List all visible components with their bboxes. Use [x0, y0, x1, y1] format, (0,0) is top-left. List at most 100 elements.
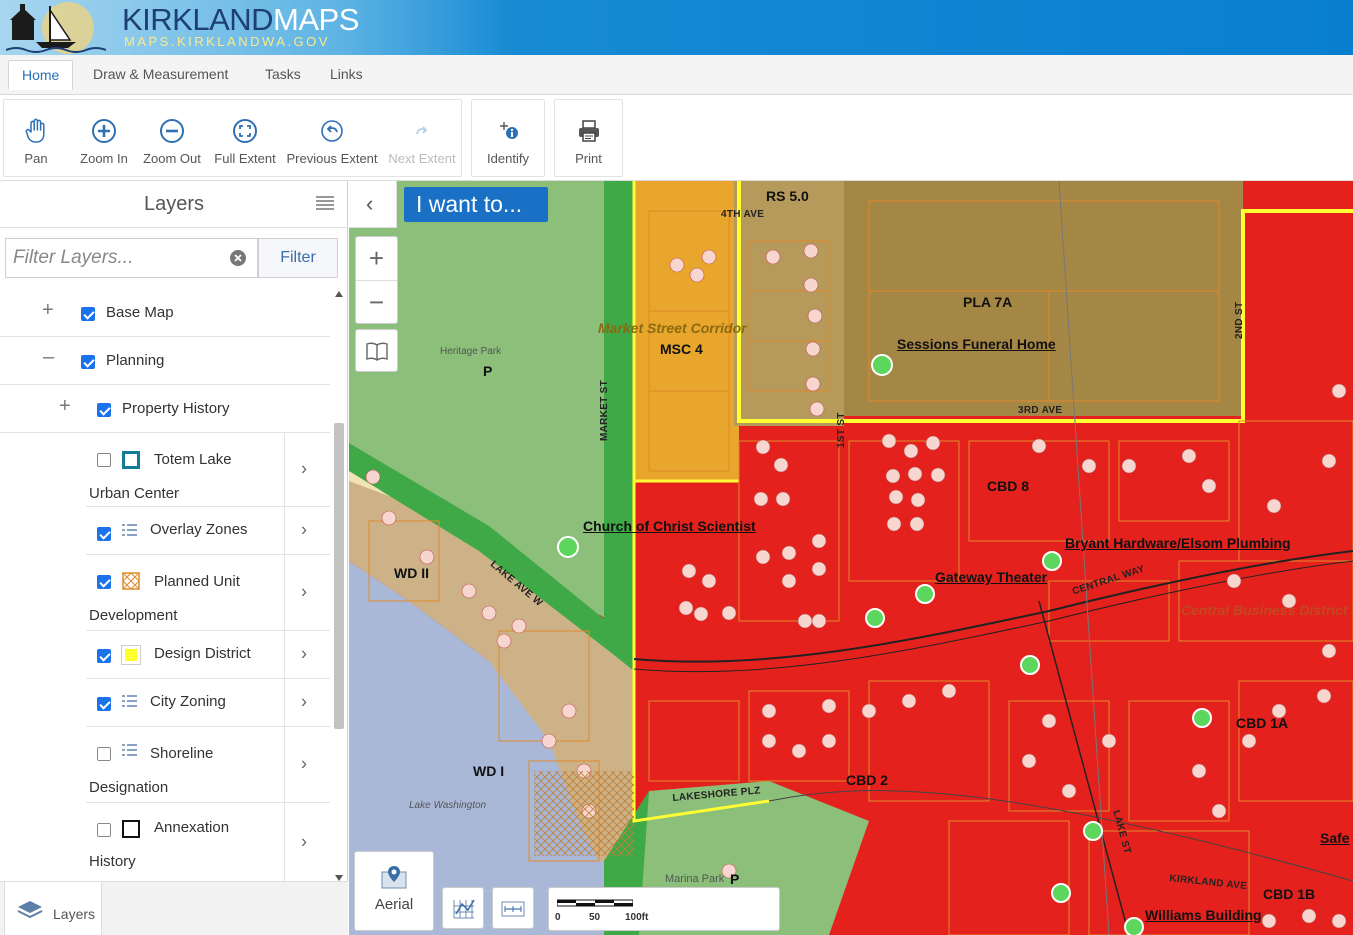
coordinates-button[interactable] — [442, 887, 484, 929]
previous-extent-button[interactable]: Previous Extent — [284, 100, 380, 176]
zone-label: CBD 1B — [1263, 886, 1316, 902]
clear-icon[interactable] — [230, 250, 246, 266]
app-subtitle: MAPS.KIRKLANDWA.GOV — [124, 34, 330, 49]
menu-icon[interactable] — [316, 196, 334, 210]
zone-label: P — [483, 363, 493, 379]
zoom-in-button[interactable]: Zoom In — [72, 100, 136, 176]
zone-label: P — [730, 871, 740, 887]
layer-details-button[interactable]: › — [284, 727, 330, 802]
scale-input-button[interactable] — [492, 887, 534, 929]
layer-item-city-zoning[interactable]: City Zoning › — [86, 679, 330, 727]
street-label: 2ND ST — [1234, 301, 1245, 339]
layer-details-button[interactable]: › — [284, 555, 330, 630]
layer-checkbox[interactable] — [97, 747, 111, 761]
map-zoom-out-button[interactable]: − — [356, 280, 397, 323]
poi-label[interactable]: Bryant Hardware/Elsom Plumbing — [1065, 535, 1291, 551]
chevron-right-icon: › — [301, 580, 307, 601]
chevron-right-icon: › — [301, 642, 307, 663]
tab-tasks[interactable]: Tasks — [252, 60, 314, 90]
street-label: MARKET ST — [599, 379, 610, 441]
layer-details-button[interactable]: › — [284, 679, 330, 726]
expand-icon[interactable]: + — [42, 299, 54, 322]
layer-checkbox[interactable] — [97, 823, 111, 837]
pan-button[interactable]: Pan — [6, 100, 66, 176]
kirkland-logo-icon — [6, 2, 106, 54]
full-extent-button[interactable]: Full Extent — [210, 100, 280, 176]
layer-checkbox[interactable] — [81, 355, 95, 369]
panel-title: Layers — [143, 193, 205, 215]
poi-label[interactable]: Sessions Funeral Home — [897, 336, 1056, 352]
layer-checkbox[interactable] — [97, 649, 111, 663]
chevron-left-icon: ‹ — [366, 191, 374, 216]
layer-item-planned-unit-development[interactable]: Planned Unit Development › — [86, 555, 330, 631]
layer-item-base-map[interactable]: + Base Map — [0, 289, 330, 337]
expand-icon[interactable]: + — [59, 395, 71, 418]
next-extent-button[interactable]: Next Extent — [384, 100, 460, 176]
map-canvas[interactable] — [349, 181, 1353, 935]
zone-label: CBD 1A — [1236, 715, 1289, 731]
poi-label[interactable]: Gateway Theater — [935, 569, 1047, 585]
layer-checkbox[interactable] — [81, 307, 95, 321]
layers-panel-tab[interactable]: Layers — [4, 881, 102, 935]
zoom-control: + − — [355, 236, 398, 324]
black-outline-square-icon — [122, 820, 140, 838]
layer-item-property-history[interactable]: + Property History — [0, 385, 330, 433]
poi-label[interactable]: Williams Building — [1145, 907, 1262, 923]
chevron-right-icon: › — [301, 752, 307, 773]
layer-checkbox[interactable] — [97, 527, 111, 541]
zoom-out-icon — [160, 119, 184, 143]
scroll-up-icon[interactable] — [335, 291, 343, 297]
poi-label[interactable]: Church of Christ Scientist — [583, 518, 756, 534]
layer-checkbox[interactable] — [97, 453, 111, 467]
book-icon — [366, 342, 388, 361]
scroll-thumb[interactable] — [334, 423, 344, 729]
collapse-panel-button[interactable]: ‹ — [349, 181, 397, 228]
zone-label: WD I — [473, 763, 505, 779]
chevron-right-icon: › — [301, 457, 307, 478]
zone-label: MSC 4 — [660, 341, 703, 357]
yellow-square-icon — [121, 645, 141, 665]
ribbon-toolbar: Pan Zoom In Zoom Out Full Extent Previou… — [0, 95, 1353, 181]
zoom-out-button[interactable]: Zoom Out — [140, 100, 204, 176]
print-button[interactable]: Print — [555, 100, 622, 176]
layer-item-overlay-zones[interactable]: Overlay Zones › — [86, 507, 330, 555]
street-label: 1ST ST — [836, 412, 847, 448]
layer-details-button[interactable]: › — [284, 803, 330, 882]
i-want-to-button[interactable]: I want to... — [404, 187, 548, 222]
layer-checkbox[interactable] — [97, 697, 111, 711]
tab-home[interactable]: Home — [8, 60, 74, 90]
district-label: Market Street Corridor — [598, 320, 747, 336]
identify-button[interactable]: Identify — [472, 100, 544, 176]
map-zoom-in-button[interactable]: + — [356, 237, 397, 280]
layer-item-totem-lake[interactable]: Totem Lake Urban Center › — [86, 433, 330, 507]
poi-label[interactable]: Safe — [1320, 830, 1350, 846]
street-label: 4TH AVE — [721, 209, 765, 220]
layer-details-button[interactable]: › — [284, 507, 330, 554]
layer-details-button[interactable]: › — [284, 433, 330, 506]
layer-list-scrollbar[interactable] — [333, 289, 345, 883]
printer-icon — [578, 120, 599, 142]
filter-layers-input[interactable] — [6, 239, 226, 277]
app-banner: KIRKLANDMAPS MAPS.KIRKLANDWA.GOV — [0, 0, 1353, 55]
aerial-basemap-button[interactable]: Aerial — [354, 851, 434, 931]
filter-button[interactable]: Filter — [258, 238, 338, 278]
tab-draw-measurement[interactable]: Draw & Measurement — [80, 60, 241, 90]
collapse-icon[interactable]: – — [43, 346, 54, 369]
layer-item-planning[interactable]: – Planning — [0, 337, 330, 385]
layer-details-button[interactable]: › — [284, 631, 330, 678]
full-extent-icon — [233, 119, 257, 143]
tab-links[interactable]: Links — [317, 60, 376, 90]
hand-icon — [25, 118, 45, 143]
layer-checkbox[interactable] — [97, 575, 111, 589]
layers-icon — [17, 901, 43, 919]
layer-item-design-district[interactable]: Design District › — [86, 631, 330, 679]
bookmarks-button[interactable] — [355, 329, 398, 372]
layer-checkbox[interactable] — [97, 403, 111, 417]
chevron-right-icon: › — [301, 690, 307, 711]
layers-panel: Layers Filter + Base Map – Planning + Pr… — [0, 181, 348, 935]
layer-item-annexation-history[interactable]: Annexation History › — [86, 803, 330, 883]
zoom-in-icon — [92, 119, 116, 143]
layer-item-shoreline-designation[interactable]: Shoreline Designation › — [86, 727, 330, 803]
forward-arrow-icon — [416, 126, 428, 135]
map-view[interactable]: RS 5.0 PLA 7A MSC 4 P WD II WD I CBD 8 C… — [349, 181, 1353, 935]
